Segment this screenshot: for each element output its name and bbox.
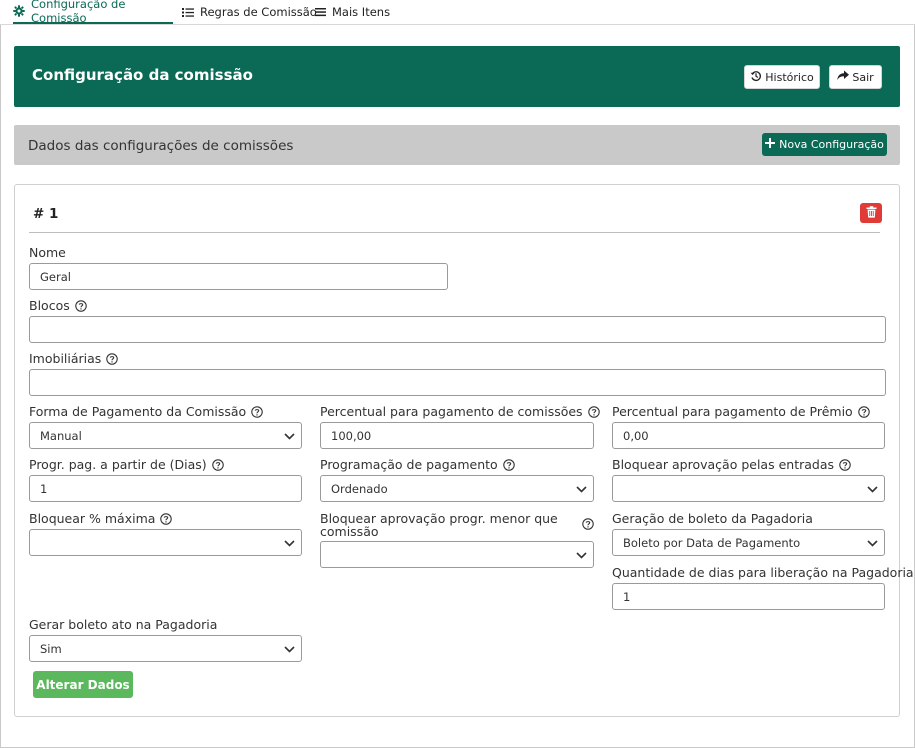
tab-mais-itens[interactable]: Mais Itens — [315, 0, 390, 24]
chevron-down-icon — [284, 540, 295, 547]
gerar-boleto-ato-label: Gerar boleto ato na Pagadoria — [29, 618, 217, 631]
help-icon[interactable] — [857, 405, 870, 418]
tab-label: Configuração de Comissão — [31, 0, 126, 25]
new-configuration-label: Nova Configuração — [779, 138, 884, 151]
programacao-pagamento-value: Ordenado — [331, 481, 388, 496]
imobiliarias-label-text: Imobiliárias — [29, 351, 102, 366]
programacao-pagamento-label-text: Programação de pagamento — [320, 457, 498, 472]
percentual-premio-label-text: Percentual para pagamento de Prêmio — [612, 404, 853, 419]
geracao-boleto-value: Boleto por Data de Pagamento — [623, 535, 801, 550]
bloquear-maxima-label: Bloquear % máxima — [29, 511, 173, 526]
exit-label: Sair — [852, 70, 874, 84]
history-button[interactable]: Histórico — [744, 65, 820, 89]
percentual-comissoes-label: Percentual para pagamento de comissões — [320, 405, 600, 418]
help-icon[interactable] — [106, 352, 119, 365]
blocos-label: Blocos — [29, 299, 87, 312]
gerar-boleto-ato-label-text: Gerar boleto ato na Pagadoria — [29, 617, 218, 632]
help-icon[interactable] — [74, 299, 87, 312]
trash-icon — [866, 205, 877, 221]
history-label: Histórico — [765, 70, 814, 84]
percentual-comissoes-input[interactable]: 100,00 — [320, 422, 594, 449]
nome-label-text: Nome — [29, 245, 66, 260]
imobiliarias-input[interactable] — [29, 369, 886, 396]
gerar-boleto-ato-value: Sim — [40, 641, 62, 656]
progr-pag-input[interactable]: 1 — [29, 475, 302, 502]
help-icon[interactable] — [160, 512, 173, 525]
geracao-boleto-select[interactable]: Boleto por Data de Pagamento — [612, 529, 885, 556]
alterar-dados-button[interactable]: Alterar Dados — [33, 671, 133, 698]
forma-pagamento-select[interactable]: Manual — [29, 422, 302, 449]
tab-regras-comissao[interactable]: Regras de Comissão — [182, 0, 317, 24]
nome-input[interactable]: Geral — [29, 263, 448, 290]
nome-label: Nome — [29, 246, 66, 259]
tab-bar: Configuração de Comissão Regras de Comis… — [0, 0, 915, 25]
section-title: Dados das configurações de comissões — [28, 138, 294, 154]
quantidade-dias-input[interactable]: 1 — [612, 583, 885, 610]
forma-pagamento-value: Manual — [40, 428, 82, 443]
exit-button[interactable]: Sair — [829, 65, 882, 89]
menu-icon — [315, 7, 326, 17]
chevron-down-icon — [576, 552, 587, 559]
blocos-label-text: Blocos — [29, 298, 70, 313]
chevron-down-icon — [867, 540, 878, 547]
percentual-premio-label: Percentual para pagamento de Prêmio — [612, 405, 870, 418]
help-icon[interactable] — [502, 458, 515, 471]
page-header: Configuração da comissão Histórico Sair — [14, 46, 900, 107]
bloquear-aprovacao-progr-select[interactable] — [320, 541, 594, 568]
card-number: # 1 — [33, 206, 59, 222]
bloquear-aprovacao-entradas-label: Bloquear aprovação pelas entradas — [612, 458, 851, 471]
share-arrow-icon — [837, 70, 850, 84]
forma-pagamento-label: Forma de Pagamento da Comissão — [29, 405, 263, 418]
new-configuration-button[interactable]: Nova Configuração — [762, 133, 887, 156]
forma-pagamento-label-text: Forma de Pagamento da Comissão — [29, 404, 247, 419]
geracao-boleto-label: Geração de boleto da Pagadoria — [612, 512, 813, 525]
progr-pag-label-text: Progr. pag. a partir de (Dias) — [29, 457, 207, 472]
chevron-down-icon — [867, 486, 878, 493]
geracao-boleto-label-text: Geração de boleto da Pagadoria — [612, 511, 813, 526]
list-icon — [182, 7, 194, 18]
chevron-down-icon — [284, 433, 295, 440]
page-title: Configuração da comissão — [32, 66, 253, 84]
chevron-down-icon — [576, 486, 587, 493]
chevron-down-icon — [284, 646, 295, 653]
bloquear-aprovacao-entradas-select[interactable] — [612, 475, 885, 502]
help-icon[interactable] — [582, 518, 594, 530]
tab-label: Regras de Comissão — [200, 5, 317, 19]
bloquear-maxima-label-text: Bloquear % máxima — [29, 511, 156, 526]
percentual-comissoes-label-text: Percentual para pagamento de comissões — [320, 404, 583, 419]
tab-configuracao-comissao[interactable]: Configuração de Comissão — [13, 0, 173, 25]
help-icon[interactable] — [211, 458, 224, 471]
percentual-premio-input[interactable]: 0,00 — [612, 422, 885, 449]
blocos-input[interactable] — [29, 316, 886, 343]
imobiliarias-label: Imobiliárias — [29, 351, 119, 366]
bloquear-aprovacao-progr-label-line2: comissão — [320, 524, 379, 539]
help-icon[interactable] — [839, 458, 851, 471]
bloquear-aprovacao-entradas-label-text: Bloquear aprovação pelas entradas — [612, 457, 834, 472]
plus-icon — [765, 138, 776, 151]
quantidade-dias-label: Quantidade de dias para liberação na Pag… — [612, 566, 914, 579]
delete-button[interactable] — [860, 203, 882, 223]
programacao-pagamento-label: Programação de pagamento — [320, 458, 515, 471]
progr-pag-label: Progr. pag. a partir de (Dias) — [29, 458, 224, 471]
bloquear-aprovacao-progr-label-text: Bloquear aprovação progr. menor que comi… — [320, 512, 577, 538]
gear-icon — [13, 5, 25, 17]
bloquear-maxima-select[interactable] — [29, 529, 302, 556]
tab-label: Mais Itens — [332, 5, 391, 19]
programacao-pagamento-select[interactable]: Ordenado — [320, 475, 594, 502]
help-icon[interactable] — [251, 405, 263, 418]
help-icon[interactable] — [587, 405, 600, 418]
card-divider — [29, 232, 880, 233]
section-header: Dados das configurações de comissões Nov… — [14, 125, 900, 165]
bloquear-aprovacao-progr-label: Bloquear aprovação progr. menor que comi… — [320, 512, 594, 538]
history-icon — [750, 70, 762, 85]
gerar-boleto-ato-select[interactable]: Sim — [29, 635, 302, 662]
quantidade-dias-label-text: Quantidade de dias para liberação na Pag… — [612, 565, 914, 580]
